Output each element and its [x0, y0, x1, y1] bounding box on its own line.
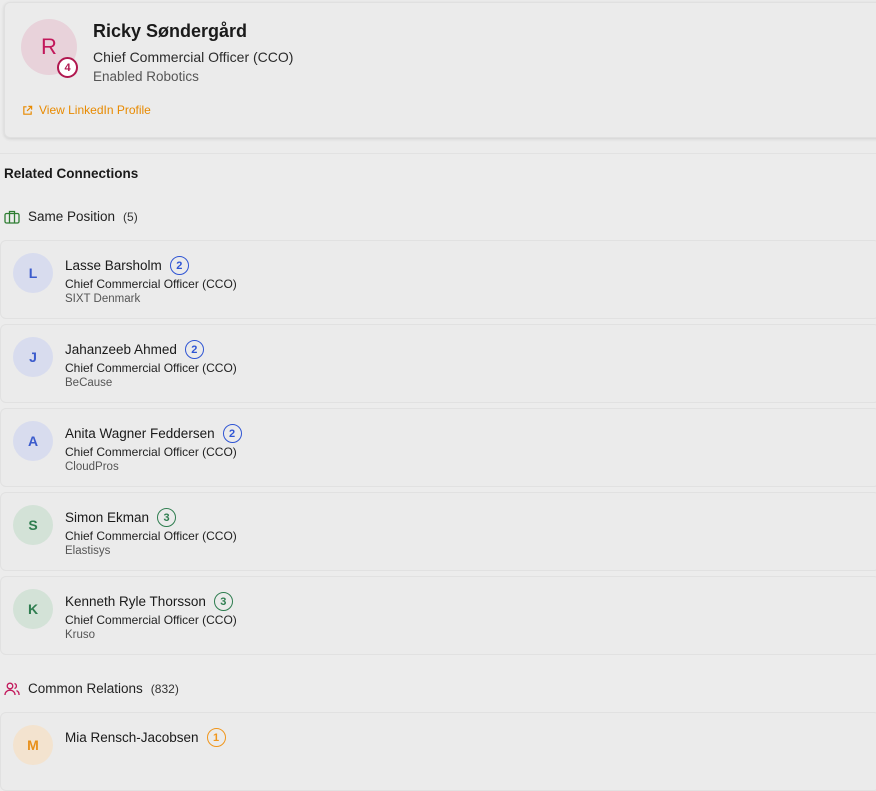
connection-name[interactable]: Anita Wagner Feddersen — [65, 426, 215, 441]
connection-card[interactable]: K Kenneth Ryle Thorsson 3 Chief Commercial … — [0, 576, 876, 655]
connection-name-row: Simon Ekman 3 — [65, 508, 177, 527]
connection-title: Chief Commercial Officer (CCO) — [65, 445, 237, 459]
degree-badge: 3 — [213, 592, 233, 611]
connection-title: Chief Commercial Officer (CCO) — [65, 529, 237, 543]
connection-company: Kruso — [65, 629, 96, 641]
connection-title: Chief Commercial Officer (CCO) — [65, 613, 237, 627]
connection-company: Elastisys — [65, 545, 111, 557]
connection-avatar: A — [13, 421, 53, 461]
connection-avatar: K — [13, 589, 53, 629]
connection-company: SIXT Denmark — [65, 293, 141, 305]
profile-card: R 4 Ricky Søndergård Chief Commercial Of… — [4, 2, 876, 138]
briefcase-icon — [4, 210, 20, 224]
same-position-header[interactable]: Same Position (5) — [4, 209, 138, 224]
connection-company: BeCause — [65, 377, 113, 389]
same-position-label: Same Position — [28, 209, 116, 224]
common-relations-count: (832) — [150, 681, 179, 696]
connection-title: Chief Commercial Officer (CCO) — [65, 277, 237, 291]
connection-avatar: M — [13, 725, 53, 765]
profile-company: Enabled Robotics — [93, 69, 199, 84]
related-connections-title: Related Connections — [4, 166, 139, 181]
connection-name-row: Lasse Barsholm 2 — [65, 256, 189, 275]
degree-badge: 2 — [222, 424, 242, 443]
same-position-count: (5) — [123, 209, 138, 224]
degree-badge: 4 — [57, 57, 78, 78]
external-link-icon — [23, 105, 33, 115]
connection-name[interactable]: Kenneth Ryle Thorsson — [65, 594, 206, 609]
connection-name[interactable]: Jahanzeeb Ahmed — [65, 342, 177, 357]
section-divider — [0, 153, 876, 154]
connection-card[interactable]: S Simon Ekman 3 Chief Commercial Officer (C… — [0, 492, 876, 571]
connection-card[interactable]: A Anita Wagner Feddersen 2 Chief Commercial… — [0, 408, 876, 487]
connection-company: CloudPros — [65, 461, 119, 473]
common-relations-label: Common Relations — [28, 681, 143, 696]
connection-name[interactable]: Simon Ekman — [65, 510, 149, 525]
degree-badge: 1 — [206, 728, 226, 747]
linkedin-link-label: View LinkedIn Profile — [39, 103, 151, 117]
connection-name-row: Anita Wagner Feddersen 2 — [65, 424, 242, 443]
connection-card[interactable]: J Jahanzeeb Ahmed 2 Chief Commercial Office… — [0, 324, 876, 403]
common-relations-header[interactable]: Common Relations (832) — [4, 681, 179, 696]
connection-card[interactable]: M Mia Rensch-Jacobsen 1 — [0, 712, 876, 791]
connection-avatar: S — [13, 505, 53, 545]
connection-name[interactable]: Lasse Barsholm — [65, 258, 162, 273]
degree-badge: 3 — [157, 508, 177, 527]
connection-name-row: Kenneth Ryle Thorsson 3 — [65, 592, 233, 611]
profile-name: Ricky Søndergård — [93, 21, 248, 41]
connection-name[interactable]: Mia Rensch-Jacobsen — [65, 730, 199, 745]
connection-avatar: L — [13, 253, 53, 293]
degree-badge: 2 — [184, 340, 204, 359]
degree-badge: 2 — [169, 256, 189, 275]
profile-title: Chief Commercial Officer (CCO) — [93, 49, 294, 65]
connection-avatar: J — [13, 337, 53, 377]
users-icon — [4, 682, 20, 695]
connection-title: Chief Commercial Officer (CCO) — [65, 361, 237, 375]
connection-card[interactable]: L Lasse Barsholm 2 Chief Commercial Officer… — [0, 240, 876, 319]
connection-name-row: Jahanzeeb Ahmed 2 — [65, 340, 204, 359]
linkedin-profile-link[interactable]: View LinkedIn Profile — [22, 103, 151, 117]
connection-name-row: Mia Rensch-Jacobsen 1 — [65, 728, 226, 747]
